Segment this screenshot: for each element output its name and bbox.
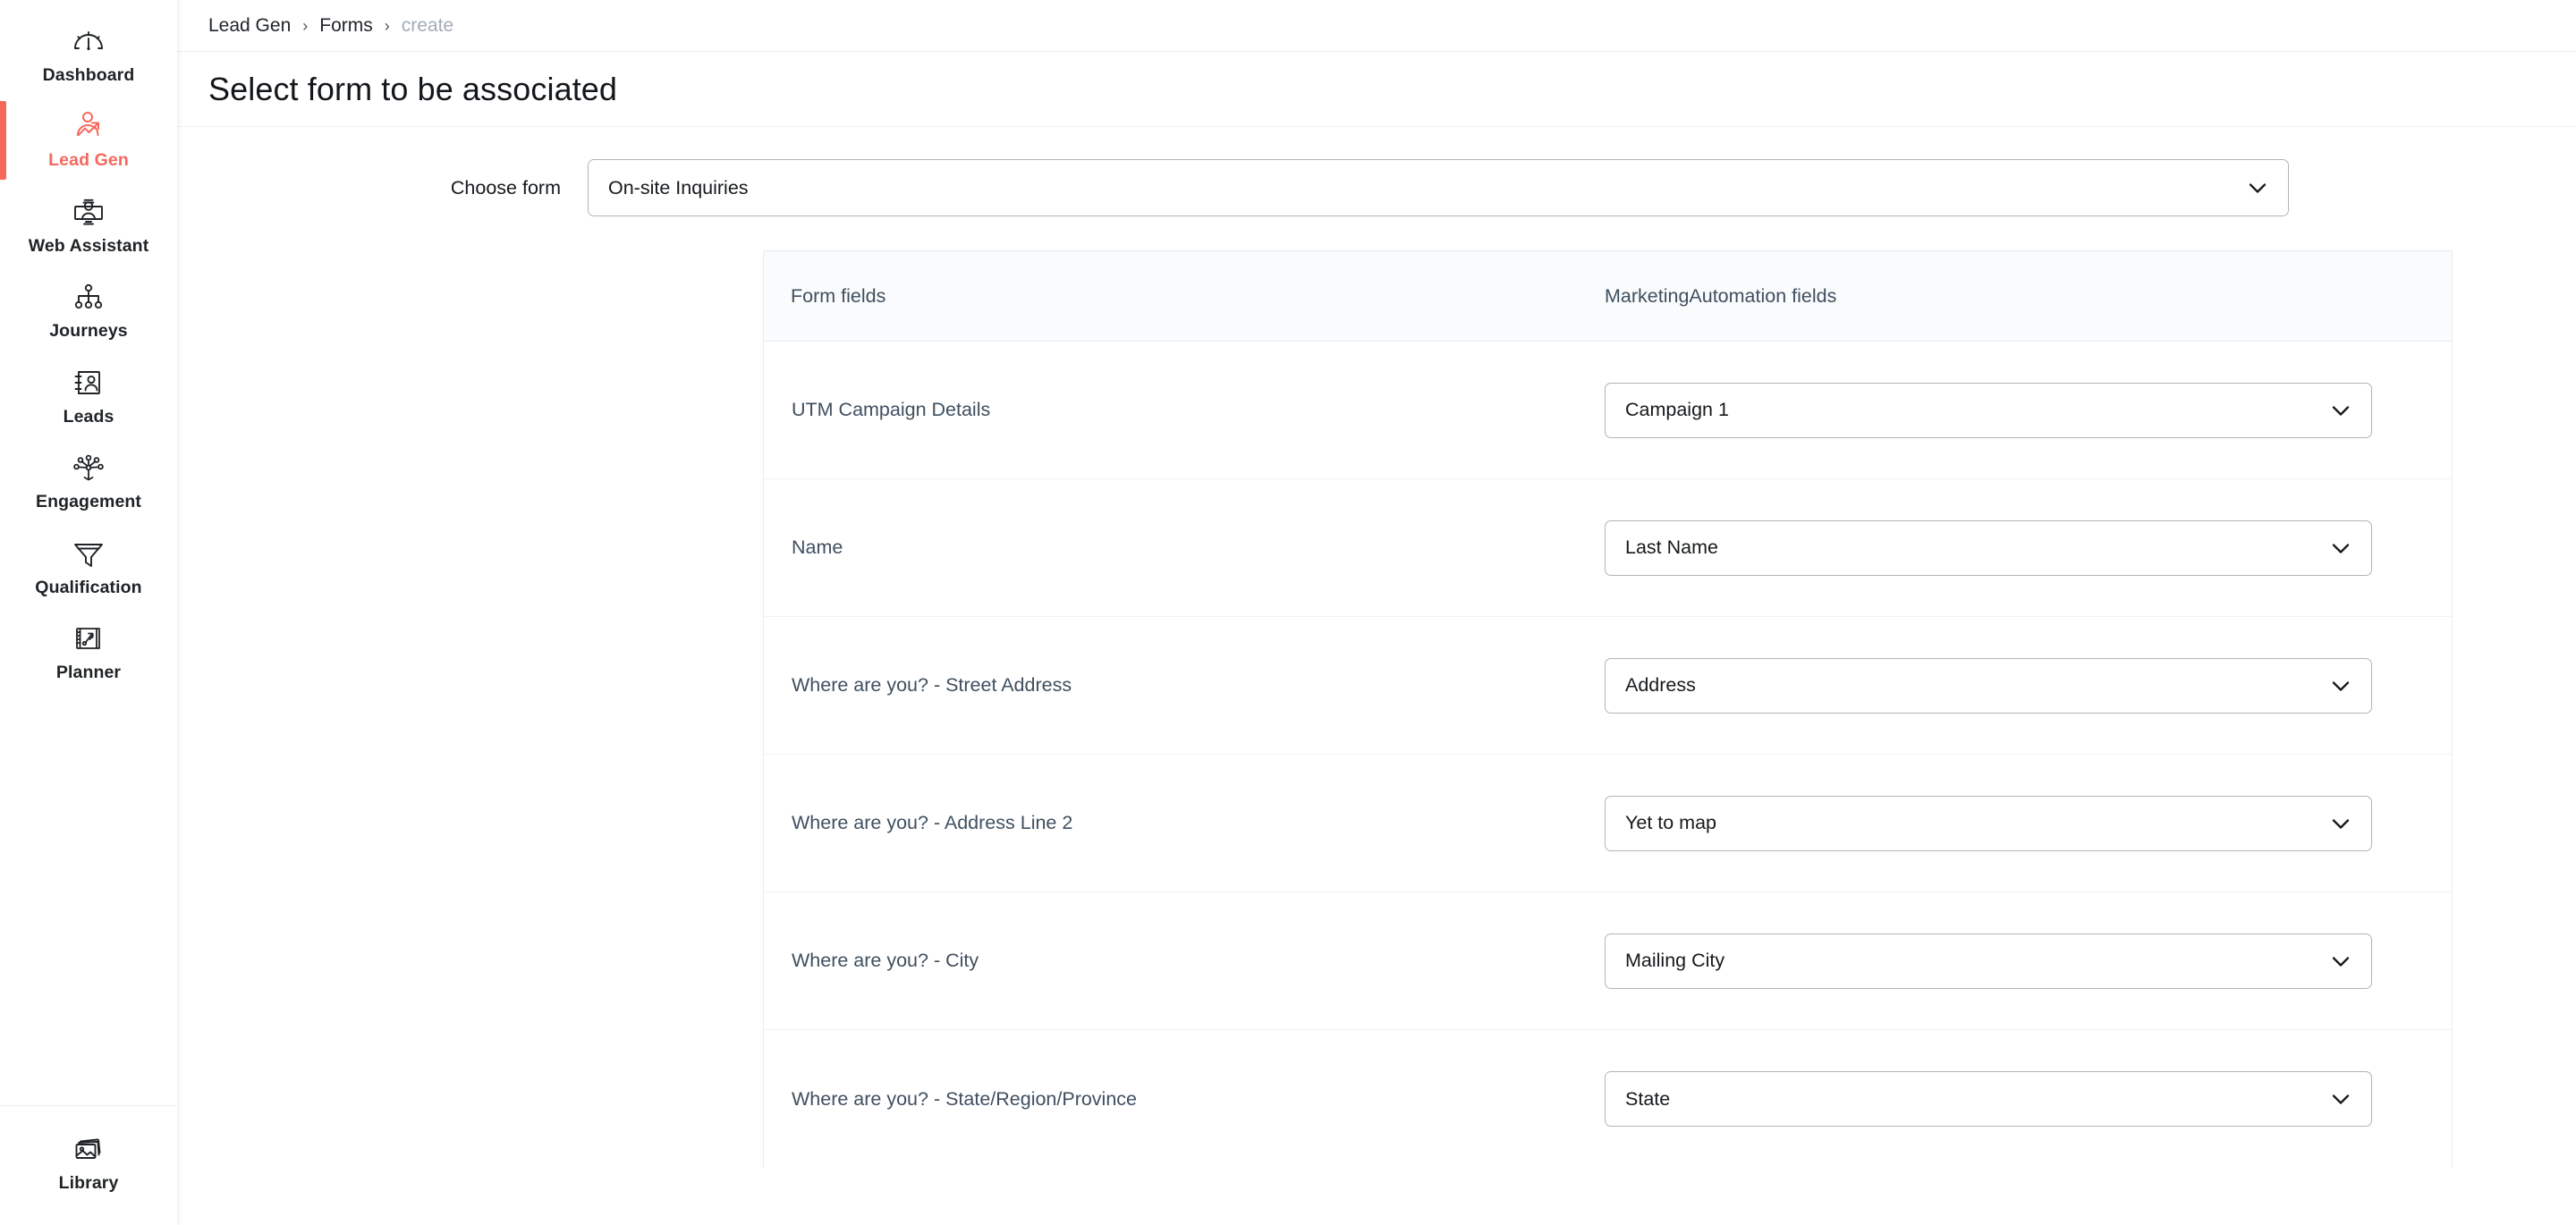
breadcrumb: Lead Gen › Forms › create xyxy=(177,0,2576,52)
sidebar-item-lead-gen[interactable]: Lead Gen xyxy=(0,97,177,182)
sidebar-item-qualification[interactable]: Qualification xyxy=(0,525,177,610)
sidebar-item-label: Planner xyxy=(56,663,121,682)
column-header-marketing-automation-fields: MarketingAutomation fields xyxy=(1605,285,1836,308)
page-title: Select form to be associated xyxy=(208,71,617,108)
sidebar-item-label: Engagement xyxy=(36,492,141,511)
sidebar-item-journeys[interactable]: Journeys xyxy=(0,268,177,353)
library-icon xyxy=(71,1131,106,1167)
table-row: Where are you? - City Mailing City xyxy=(764,892,2452,1030)
breadcrumb-separator: › xyxy=(385,18,390,34)
form-field-label: Where are you? - Address Line 2 xyxy=(764,812,1605,834)
breadcrumb-item-lead-gen[interactable]: Lead Gen xyxy=(208,15,291,37)
mapping-select-cell: Campaign 1 xyxy=(1605,383,2372,438)
mapping-select-value: Campaign 1 xyxy=(1625,399,1729,421)
web-assistant-icon xyxy=(71,194,106,230)
choose-form-label: Choose form xyxy=(208,177,588,199)
chevron-down-icon xyxy=(2329,812,2352,835)
mapping-select-utm-campaign-details[interactable]: Campaign 1 xyxy=(1605,383,2372,438)
app-root: Dashboard Lead Gen Web Assistant Journey… xyxy=(0,0,2576,1225)
mapping-select-value: Mailing City xyxy=(1625,950,1724,972)
sidebar-item-web-assistant[interactable]: Web Assistant xyxy=(0,183,177,268)
chevron-down-icon xyxy=(2246,176,2269,199)
chevron-down-icon xyxy=(2329,536,2352,560)
mapping-select-value: Address xyxy=(1625,674,1696,697)
sidebar-item-label: Journeys xyxy=(49,321,128,341)
main-sidebar: Dashboard Lead Gen Web Assistant Journey… xyxy=(0,0,177,1225)
mapping-select-cell: Yet to map xyxy=(1605,796,2372,851)
chevron-down-icon xyxy=(2329,950,2352,973)
chevron-down-icon xyxy=(2329,674,2352,697)
table-body: UTM Campaign Details Campaign 1 Name Last N… xyxy=(764,342,2452,1168)
sidebar-item-label: Lead Gen xyxy=(48,150,129,170)
planner-icon xyxy=(71,621,106,656)
mapping-select-cell: Last Name xyxy=(1605,520,2372,576)
form-field-label: Where are you? - City xyxy=(764,950,1605,972)
table-row: UTM Campaign Details Campaign 1 xyxy=(764,342,2452,479)
mapping-select-where-are-you-street-address[interactable]: Address xyxy=(1605,658,2372,714)
main-content: Lead Gen › Forms › create Select form to be … xyxy=(177,0,2576,1225)
sidebar-item-library[interactable]: Library xyxy=(0,1120,177,1205)
gauge-icon xyxy=(71,23,106,59)
chevron-down-icon xyxy=(2329,399,2352,422)
mapping-select-value: Yet to map xyxy=(1625,812,1716,834)
sidebar-item-engagement[interactable]: Engagement xyxy=(0,439,177,524)
choose-form-select[interactable]: On-site Inquiries xyxy=(588,159,2289,216)
sidebar-item-label: Qualification xyxy=(35,578,141,597)
table-row: Where are you? - Street Address Address xyxy=(764,617,2452,755)
sidebar-item-label: Leads xyxy=(64,407,114,427)
table-row: Where are you? - Address Line 2 Yet to ma… xyxy=(764,755,2452,892)
chevron-down-icon xyxy=(2329,1087,2352,1111)
field-mapping-table: Form fields MarketingAutomation fields U… xyxy=(763,250,2453,1168)
sidebar-item-planner[interactable]: Planner xyxy=(0,610,177,695)
table-header-row: Form fields MarketingAutomation fields xyxy=(764,251,2452,342)
form-field-label: UTM Campaign Details xyxy=(764,399,1605,421)
mapping-select-where-are-you-address-line-2[interactable]: Yet to map xyxy=(1605,796,2372,851)
column-header-form-fields: Form fields xyxy=(764,285,1605,308)
form-field-label: Where are you? - Street Address xyxy=(764,674,1605,697)
sidebar-item-label: Dashboard xyxy=(43,65,135,85)
mapping-select-value: Last Name xyxy=(1625,536,1718,559)
sidebar-item-leads[interactable]: Leads xyxy=(0,354,177,439)
engagement-icon xyxy=(71,450,106,486)
breadcrumb-item-forms[interactable]: Forms xyxy=(319,15,373,37)
choose-form-row: Choose form On-site Inquiries xyxy=(177,159,2576,216)
lead-gen-icon xyxy=(71,108,106,144)
form-field-label: Where are you? - State/Region/Province xyxy=(764,1088,1605,1111)
sidebar-item-dashboard[interactable]: Dashboard xyxy=(0,13,177,97)
mapping-select-name[interactable]: Last Name xyxy=(1605,520,2372,576)
mapping-select-value: State xyxy=(1625,1088,1670,1111)
mapping-select-cell: Mailing City xyxy=(1605,934,2372,989)
breadcrumb-separator: › xyxy=(302,18,308,34)
sidebar-item-label: Web Assistant xyxy=(29,236,149,256)
funnel-icon xyxy=(71,536,106,571)
sidebar-primary-nav: Dashboard Lead Gen Web Assistant Journey… xyxy=(0,0,177,695)
mapping-select-cell: State xyxy=(1605,1071,2372,1127)
mapping-select-where-are-you-city[interactable]: Mailing City xyxy=(1605,934,2372,989)
page-title-bar: Select form to be associated xyxy=(177,52,2576,127)
form-field-label: Name xyxy=(764,536,1605,559)
mapping-select-where-are-you-state-region-province[interactable]: State xyxy=(1605,1071,2372,1127)
choose-form-value: On-site Inquiries xyxy=(608,177,749,199)
table-row: Where are you? - State/Region/Province St… xyxy=(764,1030,2452,1168)
mapping-select-cell: Address xyxy=(1605,658,2372,714)
table-row: Name Last Name xyxy=(764,479,2452,617)
sidebar-item-label: Library xyxy=(59,1173,119,1193)
breadcrumb-item-create: create xyxy=(402,15,453,37)
journeys-icon xyxy=(71,279,106,315)
sidebar-secondary-nav: Library xyxy=(0,1105,177,1225)
leads-icon xyxy=(71,365,106,401)
form-mapping-content: Choose form On-site Inquiries Form field… xyxy=(177,159,2576,1168)
